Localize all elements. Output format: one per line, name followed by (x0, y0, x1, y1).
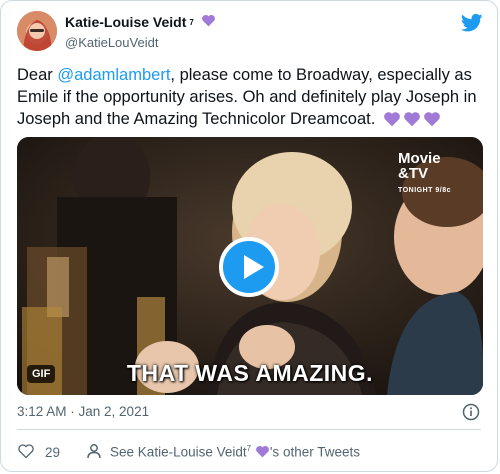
purple-heart-icon (403, 111, 421, 133)
play-icon[interactable] (219, 237, 279, 297)
see-more-superscript: 7 (246, 444, 252, 454)
divider (17, 429, 481, 430)
tweet-card: Katie-Louise Veidt 7 @KatieLouVeidt Dear … (0, 0, 498, 472)
like-button[interactable]: 29 (17, 443, 60, 462)
info-icon[interactable] (462, 403, 480, 421)
see-more-prefix: See Katie-Louise Veidt (110, 444, 247, 460)
like-heart-icon (17, 443, 35, 462)
avatar[interactable] (17, 11, 57, 51)
see-other-tweets-link[interactable]: See Katie-Louise Veidt7 's other Tweets (86, 443, 360, 462)
tweet-text: Dear @adamlambert, please come to Broadw… (17, 64, 487, 133)
tweet-header: Katie-Louise Veidt 7 @KatieLouVeidt (17, 11, 483, 53)
see-more-suffix: 's other Tweets (269, 444, 360, 460)
mtv-logo: Movie &TV TONIGHT 9/8c (398, 151, 451, 194)
gif-caption: THAT WAS AMAZING. (126, 360, 374, 386)
purple-hearts (383, 111, 441, 133)
purple-heart-icon (423, 111, 441, 133)
user-handle[interactable]: @KatieLouVeidt (65, 35, 216, 50)
mention-link[interactable]: @adamlambert (57, 66, 170, 84)
purple-heart-icon (201, 14, 216, 30)
mtv-logo-line3: TONIGHT 9/8c (398, 187, 451, 194)
mtv-logo-line1: Movie (398, 150, 441, 167)
twitter-bird-icon[interactable] (460, 13, 483, 33)
author-names[interactable]: Katie-Louise Veidt 7 @KatieLouVeidt (65, 14, 216, 50)
display-name-text: Katie-Louise Veidt (65, 14, 187, 30)
like-count: 29 (45, 444, 61, 460)
tweet-timestamp[interactable]: 3:12 AM · Jan 2, 2021 (17, 404, 149, 419)
name-superscript: 7 (189, 17, 194, 27)
gif-badge: GIF (27, 365, 56, 383)
user-icon (86, 443, 102, 462)
purple-heart-icon (255, 445, 270, 460)
mtv-logo-line2: &TV (398, 165, 429, 182)
see-other-tweets-text: See Katie-Louise Veidt7 's other Tweets (110, 444, 360, 460)
purple-heart-icon (383, 111, 401, 133)
gif-media[interactable]: Movie &TV TONIGHT 9/8c THAT WAS AMAZING.… (17, 137, 483, 395)
tweet-actions: 29 See Katie-Louise Veidt7 's other Twee… (17, 441, 487, 463)
display-name[interactable]: Katie-Louise Veidt 7 (65, 14, 216, 30)
tweet-text-start: Dear (17, 66, 58, 84)
